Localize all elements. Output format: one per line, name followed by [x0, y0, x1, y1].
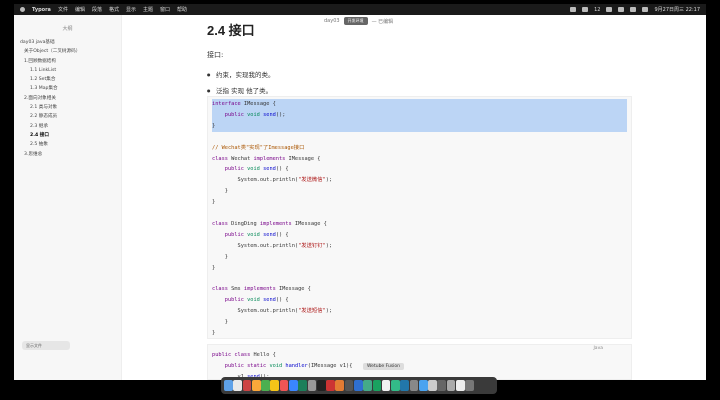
outline-item[interactable]: 2.1 类与对象: [14, 103, 121, 112]
dock-app-icon[interactable]: [335, 380, 345, 391]
dock-app-icon[interactable]: [344, 380, 354, 391]
outline-list: day03 java基础 关于Object（二叉树源码） 1.回顾数据结构 1.1 L…: [14, 38, 121, 159]
code-line: }: [212, 253, 228, 260]
status-icon[interactable]: [570, 7, 577, 12]
menu-item-view[interactable]: 显示: [126, 6, 136, 13]
dock-app-icon[interactable]: [316, 380, 326, 391]
outline-item[interactable]: 2.5 抽象: [14, 140, 121, 149]
editor-content[interactable]: 2.4 接口 接口: 约束，实现我的类。 泛指 实现 他了类。: [207, 15, 627, 99]
outline-item[interactable]: 1.3 Map集合: [14, 84, 121, 93]
code-line: ​: [212, 208, 627, 219]
code-line: interface IMessage {: [212, 99, 627, 110]
code-line: class Sms implements IMessage {: [212, 286, 311, 293]
bullet-list: 约束，实现我的类。 泛指 实现 他了类。: [207, 67, 627, 99]
dock-app-icon[interactable]: [353, 380, 363, 391]
code-block-interface[interactable]: interface IMessage { public void send();…: [207, 96, 632, 339]
menu-item-edit[interactable]: 编辑: [75, 6, 85, 13]
code-line: }: [212, 319, 228, 326]
intro-text: 接口:: [207, 51, 224, 59]
apple-icon[interactable]: [20, 7, 25, 12]
sidebar-title[interactable]: 大纲: [14, 25, 121, 32]
menu-item-help[interactable]: 帮助: [177, 6, 187, 13]
wifi-icon[interactable]: [618, 7, 625, 12]
dock-app-icon[interactable]: [233, 380, 242, 391]
code-line: }: [212, 264, 216, 271]
dock-app-icon[interactable]: [409, 380, 419, 391]
dock-app-icon[interactable]: [242, 380, 252, 391]
code-line: }: [212, 199, 216, 206]
outline-item[interactable]: day03 java基础: [14, 38, 121, 47]
dock-app-icon[interactable]: [270, 380, 280, 391]
code-line: }: [212, 120, 627, 132]
dock-app-icon[interactable]: [381, 380, 391, 391]
outline-item[interactable]: 2.3 继承: [14, 122, 121, 131]
system-menubar: Typora 文件 编辑 段落 格式 显示 主题 窗口 帮助 12 9月27日周…: [14, 4, 706, 15]
dock-app-icon[interactable]: [224, 380, 233, 391]
outline-item[interactable]: 2.4 接口: [14, 131, 121, 140]
dock: [221, 377, 497, 394]
code-line: class Wechat implements IMessage {: [212, 155, 321, 162]
dock-app-icon[interactable]: [279, 380, 289, 391]
menu-app-name[interactable]: Typora: [32, 7, 51, 13]
battery-icon[interactable]: [606, 7, 613, 12]
outline-item[interactable]: 1.2 Set集合: [14, 75, 121, 84]
dock-app-icon[interactable]: [400, 380, 410, 391]
menu-item-format[interactable]: 格式: [109, 6, 119, 13]
dock-app-icon[interactable]: [391, 380, 400, 391]
outline-item[interactable]: 3.思维总: [14, 150, 121, 159]
code-line: public static void handler(IMessage v1){: [224, 362, 353, 369]
code-line: public void send() {: [224, 166, 289, 173]
code-line: public void send();: [212, 109, 627, 121]
code-line: ​: [212, 274, 627, 285]
code-line: public class Hello {: [212, 352, 276, 358]
code-line: }: [212, 188, 228, 195]
code-line: class DingDing implements IMessage {: [212, 220, 327, 227]
typora-window: 大纲 day03 java基础 关于Object（二叉树源码） 1.回顾数据结构 1.…: [14, 15, 706, 380]
outline-item[interactable]: 关于Object（二叉树源码）: [14, 47, 121, 56]
control-center-icon[interactable]: [642, 7, 649, 12]
code-line: ​: [212, 132, 627, 143]
sidebar-toggle-button[interactable]: 显示文件: [22, 341, 70, 350]
dock-app-icon[interactable]: [326, 380, 335, 391]
outline-item[interactable]: 1.1 LinkList: [14, 66, 121, 75]
menu-item-paragraph[interactable]: 段落: [92, 6, 102, 13]
code-language-label[interactable]: Java: [593, 346, 603, 351]
dock-app-icon[interactable]: [418, 380, 428, 391]
section-heading: 2.4 接口: [207, 23, 255, 38]
code-block-hello[interactable]: Java public class Hello { public static …: [207, 344, 632, 380]
outline-item[interactable]: 1.回顾数据结构: [14, 57, 121, 66]
code-line: System.out.println("发送钉钉");: [212, 242, 333, 249]
dock-app-icon[interactable]: [307, 380, 317, 391]
menu-item-window[interactable]: 窗口: [160, 6, 170, 13]
toggle-label: 显示文件: [26, 342, 42, 348]
dock-app-icon[interactable]: [298, 380, 307, 391]
dock-app-icon[interactable]: [261, 380, 270, 391]
code-line: System.out.println("发送微信");: [212, 177, 333, 184]
dock-app-icon[interactable]: [437, 380, 447, 391]
dock-app-icon[interactable]: [251, 380, 261, 391]
menu-item-theme[interactable]: 主题: [143, 6, 153, 13]
dock-app-icon[interactable]: [446, 380, 456, 391]
bullet-item: 约束，实现我的类。: [207, 67, 627, 83]
dock-tooltip: Wetube Fusion: [363, 363, 405, 370]
dock-app-icon[interactable]: [288, 380, 298, 391]
outline-item[interactable]: 2.2 静态成员: [14, 112, 121, 121]
outline-item[interactable]: 2.面向对象相关: [14, 94, 121, 103]
dock-app-icon[interactable]: [465, 380, 474, 391]
code-line: public void send() {: [224, 297, 289, 304]
dock-app-icon[interactable]: [428, 380, 437, 391]
dock-app-icon[interactable]: [372, 380, 382, 391]
wechat-status-icon[interactable]: [582, 7, 589, 12]
code-line: // Wechat类"实现"了Imessage接口: [212, 144, 305, 151]
clock[interactable]: 9月27日周三 22:17: [654, 6, 700, 13]
dock-app-icon[interactable]: [456, 380, 465, 391]
outline-sidebar: 大纲 day03 java基础 关于Object（二叉树源码） 1.回顾数据结构 1.…: [14, 15, 122, 380]
dock-app-icon[interactable]: [363, 380, 372, 391]
search-icon[interactable]: [630, 7, 637, 12]
code-line: }: [212, 330, 216, 337]
code-line: public void send() {: [224, 231, 289, 238]
status-count: 12: [594, 6, 601, 13]
menu-item-file[interactable]: 文件: [58, 6, 68, 13]
code-line: System.out.println("发送短信");: [212, 308, 333, 315]
